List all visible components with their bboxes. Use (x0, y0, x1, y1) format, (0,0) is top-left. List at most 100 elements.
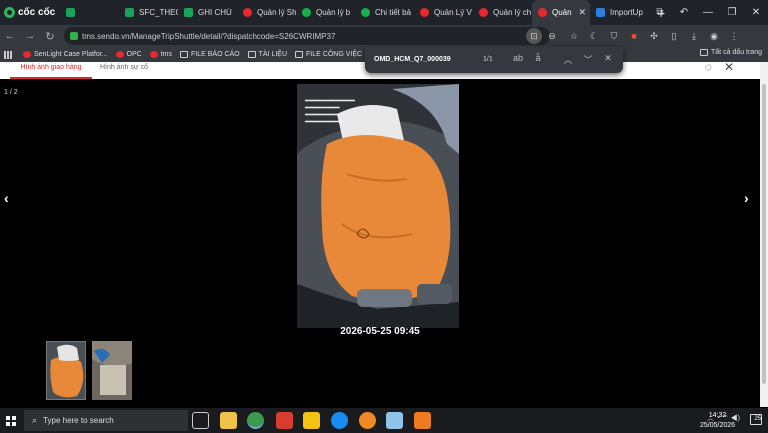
coccoc-browser-icon[interactable] (247, 412, 264, 429)
sendo-icon (23, 51, 31, 58)
reload-icon[interactable]: ↻ (40, 30, 60, 43)
scrollbar-thumb[interactable] (762, 84, 766, 384)
browser-tab-6[interactable]: Quản Lý V (414, 0, 473, 25)
tab-favicon-icon (538, 8, 547, 17)
windows-start-icon[interactable] (6, 416, 16, 426)
close-window-icon[interactable]: ✕ (744, 7, 768, 18)
rotate-icon[interactable]: ◌ (705, 60, 724, 74)
browser-tab-2[interactable]: GHI CHÚ (178, 0, 237, 25)
translate-icon[interactable]: ⊡ (526, 28, 542, 44)
browser-tab-8[interactable]: Quản ✕ (532, 0, 590, 25)
tab-incident-images[interactable]: Hình ảnh sự cố (100, 62, 148, 74)
browser-brand[interactable]: cốc cốc (0, 7, 60, 18)
browser-tab-3[interactable]: Quản lý Sh (237, 0, 296, 25)
app-icon-fire[interactable] (414, 412, 431, 429)
thumbnail-2[interactable] (92, 341, 132, 400)
close-viewer-icon[interactable]: ✕ (724, 60, 746, 74)
bookmark-item-3[interactable]: tms (149, 51, 172, 58)
search-icon: ⌕ (32, 415, 38, 425)
back-icon[interactable]: ← (0, 30, 20, 42)
wps-office-icon[interactable] (276, 412, 293, 429)
browser-tab-strip: cốc cốc SFC_THEO GHI CHÚ Quản lý Sh Quản lý… (0, 0, 768, 25)
tab-title: Quản (552, 8, 572, 17)
taskbar-clock[interactable]: 14:32 25/05/2026 (700, 411, 735, 431)
dark-mode-icon[interactable]: ☾ (584, 31, 604, 42)
folder-icon (247, 51, 256, 58)
app-icon-blue[interactable] (386, 412, 403, 429)
bookmark-star-icon[interactable]: ☆ (564, 31, 584, 42)
thumbnail-1[interactable] (46, 341, 86, 400)
shield-icon[interactable]: ⛉ (604, 31, 624, 42)
photo-timestamp: 2026-05-25 09:45 (340, 326, 420, 337)
bookmark-item-5[interactable]: TÀI LIỆU (247, 51, 287, 58)
tab-search-icon[interactable]: ⧉ (648, 7, 672, 18)
tab-favicon-icon (302, 8, 311, 17)
tab-favicon-icon (479, 8, 488, 17)
sendo-icon (149, 51, 158, 58)
prev-image-icon[interactable]: ‹ (4, 190, 9, 206)
minimize-icon[interactable]: — (696, 7, 720, 18)
bookmark-label: tms (160, 51, 172, 58)
find-previous-icon[interactable]: ︿ (561, 53, 575, 66)
apps-icon (4, 50, 12, 59)
address-bar[interactable]: tms.sendo.vn/ManageTripShuttle/detail/?d… (64, 27, 556, 45)
site-info-icon[interactable] (70, 32, 78, 40)
file-explorer-icon[interactable] (220, 412, 237, 429)
bookmark-item-2[interactable]: OPC (115, 51, 142, 58)
app-icon-orange[interactable] (359, 412, 376, 429)
split-view-icon[interactable]: ▯ (664, 31, 684, 42)
tab-favicon-icon (420, 8, 429, 17)
bookmark-label: FILE CÔNG VIỆC (306, 51, 363, 58)
toolbar-icons: ☆ ☾ ⛉ ■ ✣ ▯ ⤓ ◉ ⋮ (564, 27, 744, 45)
all-bookmarks[interactable]: Tất cả dấu trang (700, 49, 762, 56)
next-image-icon[interactable]: › (744, 190, 749, 206)
match-case-icon[interactable]: ab (511, 53, 525, 63)
taskbar-search[interactable]: ⌕ Type here to search (24, 410, 188, 431)
viewer-header-icons: ◌✕ (705, 60, 746, 74)
windows-taskbar: ⌕ Type here to search ︿ ◔ ⌔ ◀) 14:32 25/… (0, 408, 768, 433)
url-text[interactable]: tms.sendo.vn/ManageTripShuttle/detail/?d… (82, 32, 335, 41)
bookmark-item-6[interactable]: FILE CÔNG VIỆC (295, 51, 362, 58)
zalo-icon[interactable] (331, 412, 348, 429)
sendo-icon (115, 51, 124, 58)
restore-icon[interactable]: ❐ (720, 7, 744, 18)
close-tab-icon[interactable]: ✕ (578, 7, 586, 18)
zoom-icon[interactable]: ⊖ (544, 28, 560, 44)
bookmark-item-1[interactable]: SenLight Case Platfor... (23, 51, 108, 58)
browser-tab-0[interactable] (60, 0, 119, 25)
browser-tab-9[interactable]: ImportUp (590, 0, 649, 25)
notifications-icon[interactable]: 25 (750, 414, 762, 425)
puzzle-icon[interactable]: ✣ (644, 31, 664, 42)
page-scrollbar[interactable] (760, 62, 768, 407)
browser-tab-1[interactable]: SFC_THEO (119, 0, 178, 25)
forward-icon[interactable]: → (20, 30, 40, 42)
bookmark-item-4[interactable]: FILE BÁO CÁO (180, 51, 240, 58)
tab-delivery-images[interactable]: Hình ảnh giao hàng (10, 62, 92, 79)
tab-title: Quản lý Sh (257, 8, 296, 17)
browser-tab-5[interactable]: Chi tiết bả (355, 0, 414, 25)
tab-title: GHI CHÚ (198, 8, 232, 17)
browser-tab-4[interactable]: Quản lý b (296, 0, 355, 25)
tab-favicon-icon (125, 8, 134, 17)
browser-tab-7[interactable]: Quản lý ch (473, 0, 532, 25)
task-view-icon[interactable] (192, 412, 209, 429)
window-controls: ⧉ ↶ — ❐ ✕ (648, 0, 768, 25)
screen: cốc cốc SFC_THEO GHI CHÚ Quản lý Sh Quản lý… (0, 0, 768, 433)
close-find-icon[interactable]: ✕ (601, 53, 615, 64)
extension-icon[interactable]: ■ (624, 31, 644, 41)
menu-icon[interactable]: ⋮ (724, 31, 744, 42)
history-back-icon[interactable]: ↶ (672, 7, 696, 18)
profile-icon[interactable]: ◉ (704, 31, 724, 42)
bookmark-item-0[interactable] (4, 50, 15, 59)
tab-title: Quản lý ch (493, 8, 532, 17)
bookmark-label: OPC (126, 51, 142, 58)
download-icon[interactable]: ⤓ (684, 31, 704, 42)
find-next-icon[interactable]: ﹀ (581, 53, 595, 66)
sticky-notes-icon[interactable] (303, 412, 320, 429)
all-bookmarks-label: Tất cả dấu trang (711, 49, 762, 56)
tab-title: Quản lý b (316, 8, 351, 17)
find-query-input[interactable]: OMD_HCM_Q7_000039 (374, 56, 451, 63)
match-diacritics-icon[interactable]: ẫ (531, 53, 545, 63)
tab-list: SFC_THEO GHI CHÚ Quản lý Sh Quản lý b Chi ti… (60, 0, 649, 25)
tab-favicon-icon (184, 8, 193, 17)
